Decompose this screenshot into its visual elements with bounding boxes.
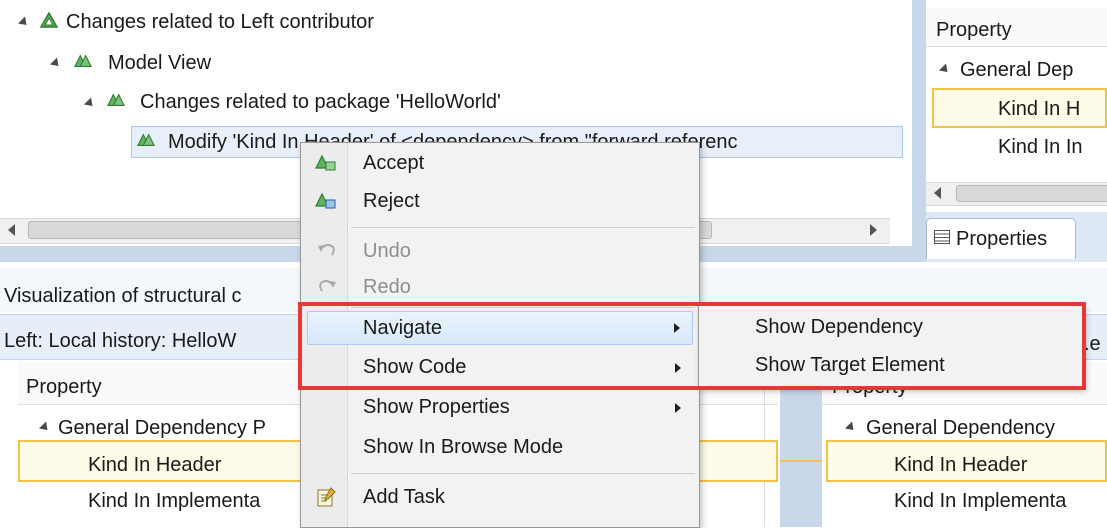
properties-view-top: Property General Dep Kind In H Kind In I… <box>926 0 1107 262</box>
expand-toggle-general[interactable] <box>938 63 952 76</box>
expand-toggle-model-view[interactable] <box>49 57 63 70</box>
expand-toggle-root[interactable] <box>17 16 31 29</box>
menu-item-add-task-label: Add Task <box>363 486 445 508</box>
property-group-label[interactable]: General Dep <box>960 60 1073 80</box>
package-changes-icon <box>107 93 125 106</box>
menu-item-show-properties[interactable]: Show Properties <box>301 389 699 425</box>
property-column-label: Property <box>936 19 1012 41</box>
diff-icon <box>137 133 155 146</box>
menu-separator <box>351 227 695 228</box>
undo-icon <box>318 243 335 256</box>
menu-separator <box>351 473 695 474</box>
top-vertical-splitter[interactable] <box>912 0 926 262</box>
left-content-header-label: Left: Local history: HelloW <box>4 330 237 352</box>
tree-item-root[interactable]: Changes related to Left contributor <box>66 12 374 32</box>
menu-item-undo-label: Undo <box>363 240 411 262</box>
model-view-icon <box>74 54 92 67</box>
right-content-header-label: .e <box>1084 333 1101 355</box>
expand-toggle-package[interactable] <box>83 97 97 110</box>
menu-item-show-in-browse-mode[interactable]: Show In Browse Mode <box>301 429 699 465</box>
right-property-group-label[interactable]: General Dependency <box>866 418 1055 438</box>
reject-icon <box>315 192 336 209</box>
menu-item-accept-label: Accept <box>363 152 425 174</box>
scroll-left-arrow-icon[interactable] <box>8 224 15 236</box>
redo-icon <box>319 279 336 292</box>
left-property-column-label: Property <box>26 376 102 398</box>
model-icon <box>40 12 58 28</box>
submenu-arrow-icon <box>675 403 681 413</box>
menu-item-accept[interactable]: Accept <box>301 145 699 181</box>
diff-connector-line <box>780 460 822 462</box>
menu-item-reject-label: Reject <box>363 190 420 212</box>
left-property-row-label[interactable]: Kind In Implementa <box>88 491 260 511</box>
right-property-row-label[interactable]: Kind In Implementa <box>894 491 1066 511</box>
properties-icon <box>934 230 950 244</box>
scroll-right-arrow-icon[interactable] <box>870 224 877 236</box>
expand-toggle-right-general[interactable] <box>844 421 858 434</box>
scroll-left-arrow-icon[interactable] <box>934 187 941 199</box>
menu-item-show-properties-label: Show Properties <box>363 396 510 418</box>
tab-properties-label: Properties <box>956 228 1048 250</box>
add-task-icon <box>317 487 336 507</box>
menu-item-add-task[interactable]: Add Task <box>301 479 699 515</box>
right-property-row-label: Kind In Header <box>894 454 1028 476</box>
accept-icon <box>315 154 336 171</box>
tree-item-package[interactable]: Changes related to package 'HelloWorld' <box>140 92 501 112</box>
property-row-label[interactable]: Kind In In <box>998 137 1083 157</box>
properties-hscroll-thumb[interactable] <box>956 185 1107 202</box>
menu-item-reject[interactable]: Reject <box>301 183 699 219</box>
property-row-label: Kind In H <box>998 98 1081 120</box>
highlight-annotation-box <box>298 302 1086 390</box>
left-property-row-label: Kind In Header <box>88 454 222 476</box>
visualization-title: Visualization of structural c <box>4 285 242 307</box>
left-property-group-label[interactable]: General Dependency P <box>58 418 266 438</box>
menu-item-redo[interactable]: Redo <box>301 269 699 305</box>
tree-item-model-view[interactable]: Model View <box>108 53 211 73</box>
menu-item-show-in-browse-mode-label: Show In Browse Mode <box>363 436 564 458</box>
menu-item-undo[interactable]: Undo <box>301 233 699 269</box>
menu-item-redo-label: Redo <box>363 276 411 298</box>
expand-toggle-left-general[interactable] <box>38 421 52 434</box>
